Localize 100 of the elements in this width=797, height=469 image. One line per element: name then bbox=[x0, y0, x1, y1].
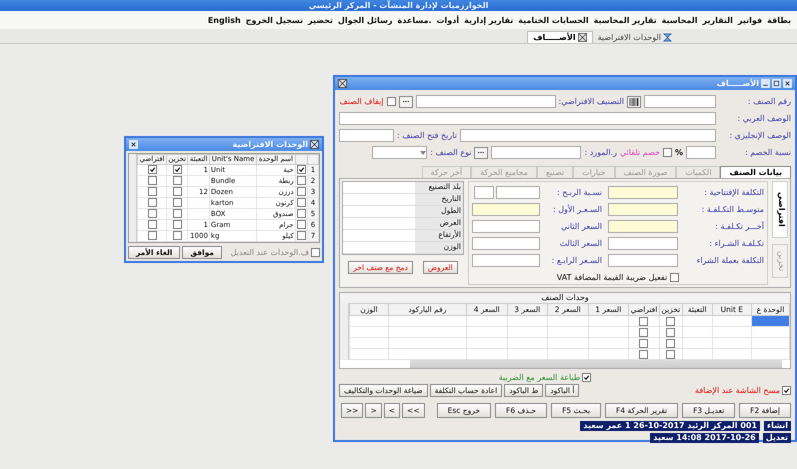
checkbox[interactable] bbox=[296, 209, 306, 218]
browse-button[interactable] bbox=[474, 146, 488, 158]
price-field[interactable] bbox=[472, 203, 540, 216]
document-tab[interactable]: الأصـــــاف bbox=[527, 31, 593, 43]
dropdown-arrow-icon bbox=[420, 150, 426, 154]
field-label: نسـبة الربـح : bbox=[556, 188, 602, 197]
barcode-button[interactable] bbox=[627, 96, 641, 108]
checkbox[interactable] bbox=[296, 198, 306, 208]
menu-item[interactable]: تحضير bbox=[308, 16, 333, 24]
minimize-icon[interactable] bbox=[761, 79, 770, 88]
scrollbar[interactable] bbox=[340, 303, 349, 360]
profit-field[interactable] bbox=[474, 186, 494, 199]
field-label: السـعر الرابـع : bbox=[550, 256, 602, 265]
checkbox[interactable] bbox=[666, 328, 676, 337]
maximize-icon[interactable] bbox=[772, 79, 781, 88]
menu-item[interactable]: المحاسبة bbox=[662, 16, 698, 24]
menu-item[interactable]: الحسابات الختامية bbox=[518, 16, 589, 24]
checkbox[interactable] bbox=[148, 220, 156, 230]
checkbox[interactable] bbox=[172, 220, 182, 230]
side-tab[interactable]: افتراضي bbox=[772, 181, 788, 238]
checkbox[interactable] bbox=[172, 187, 182, 196]
close-icon[interactable] bbox=[783, 79, 792, 88]
checkbox[interactable] bbox=[172, 209, 182, 218]
checkbox-label: طباعة السعر مع الضريبة bbox=[498, 372, 580, 382]
menu-item[interactable]: أدوات bbox=[436, 16, 460, 24]
checkbox[interactable] bbox=[386, 97, 396, 106]
checkbox[interactable] bbox=[639, 338, 648, 348]
checkbox[interactable] bbox=[639, 316, 648, 326]
field-label: تاريخ فتح الصنف : bbox=[397, 131, 457, 140]
checkbox[interactable] bbox=[172, 165, 182, 174]
checkbox[interactable] bbox=[639, 328, 648, 337]
checkbox-label: إيقاف الصنف bbox=[339, 97, 384, 106]
field-label: التكلفة الإفتتاحية : bbox=[703, 188, 764, 197]
tab[interactable]: بيانات الصنف bbox=[720, 166, 791, 178]
field-label: التكلفة بعملة الشراء bbox=[696, 256, 764, 265]
supplier-field[interactable] bbox=[491, 146, 582, 159]
checkbox[interactable] bbox=[148, 231, 156, 240]
item-type-dropdown[interactable] bbox=[372, 146, 428, 159]
checkbox[interactable] bbox=[296, 187, 306, 196]
checkbox[interactable] bbox=[148, 187, 156, 196]
checkbox-label: مسح الشاشة عند الإضافة bbox=[695, 386, 780, 395]
checkbox[interactable] bbox=[666, 338, 676, 348]
discount-field[interactable] bbox=[686, 146, 716, 159]
price-field[interactable] bbox=[472, 237, 540, 250]
document-tab[interactable]: الوحدات الافتراضية bbox=[592, 32, 677, 43]
checkbox[interactable] bbox=[311, 248, 320, 257]
checkbox[interactable] bbox=[296, 231, 306, 240]
ellipsis-icon bbox=[402, 100, 410, 103]
menu-item[interactable]: تسجيل الخروج bbox=[246, 16, 303, 24]
price-field[interactable] bbox=[472, 220, 540, 233]
checkbox[interactable] bbox=[148, 165, 156, 174]
menu-item[interactable]: بطاقة bbox=[767, 16, 791, 24]
field-label: متوسـط التكـلفـة : bbox=[700, 205, 764, 214]
profit-field[interactable] bbox=[496, 186, 540, 199]
scrollbar[interactable] bbox=[129, 154, 137, 242]
cost-field[interactable] bbox=[608, 254, 678, 267]
checkbox[interactable] bbox=[296, 176, 306, 186]
cost-field[interactable] bbox=[608, 237, 678, 250]
menu-item[interactable]: فواتير bbox=[738, 16, 762, 24]
field-label: نسبة الخصم : bbox=[744, 148, 791, 157]
checkbox[interactable] bbox=[172, 231, 182, 240]
selected-cell[interactable] bbox=[752, 316, 789, 326]
scrollbar[interactable] bbox=[410, 360, 782, 368]
checkbox[interactable] bbox=[296, 220, 306, 230]
category-field[interactable] bbox=[416, 95, 556, 108]
menu-item[interactable]: رسائل الجوال bbox=[338, 16, 393, 24]
checkbox[interactable] bbox=[148, 198, 156, 208]
arabic-description-field[interactable] bbox=[339, 112, 716, 125]
checkbox[interactable] bbox=[172, 176, 182, 186]
menu-item[interactable]: تقارير المحاسبة bbox=[594, 16, 657, 24]
english-description-field[interactable] bbox=[460, 129, 716, 142]
checkbox[interactable] bbox=[639, 350, 648, 359]
cost-field[interactable] bbox=[608, 186, 678, 199]
menu-item[interactable]: English bbox=[208, 16, 241, 24]
item-number-field[interactable] bbox=[644, 95, 716, 108]
checkbox[interactable] bbox=[662, 148, 672, 157]
browse-button[interactable] bbox=[398, 96, 413, 108]
checkbox[interactable] bbox=[148, 209, 156, 218]
price-field[interactable] bbox=[472, 254, 540, 267]
field-label: السعر الثاني bbox=[560, 222, 602, 231]
menu-item[interactable]: التقارير bbox=[702, 16, 733, 24]
checkbox[interactable] bbox=[172, 198, 182, 208]
checkbox[interactable] bbox=[666, 350, 676, 359]
grid-title: وحدات الصنف bbox=[340, 293, 790, 303]
barcode-icon bbox=[629, 98, 639, 106]
checkbox[interactable] bbox=[670, 273, 680, 282]
checkbox[interactable] bbox=[148, 176, 156, 186]
field-label: الوصف الإنجليزي : bbox=[728, 131, 791, 140]
checkbox[interactable] bbox=[582, 372, 592, 382]
checkbox[interactable] bbox=[296, 165, 306, 174]
hourglass-icon bbox=[663, 33, 672, 42]
cost-field[interactable] bbox=[608, 220, 678, 233]
open-date-field[interactable] bbox=[339, 129, 394, 142]
close-icon[interactable] bbox=[129, 140, 138, 149]
field-label: تكـلفـة الشـراء : bbox=[708, 239, 764, 248]
cost-field[interactable] bbox=[608, 203, 678, 216]
checkbox[interactable] bbox=[782, 386, 791, 395]
menu-item[interactable]: تقارير إدارية bbox=[464, 16, 514, 24]
checkbox[interactable] bbox=[666, 316, 676, 326]
menu-item[interactable]: .مساعدة bbox=[398, 16, 432, 24]
